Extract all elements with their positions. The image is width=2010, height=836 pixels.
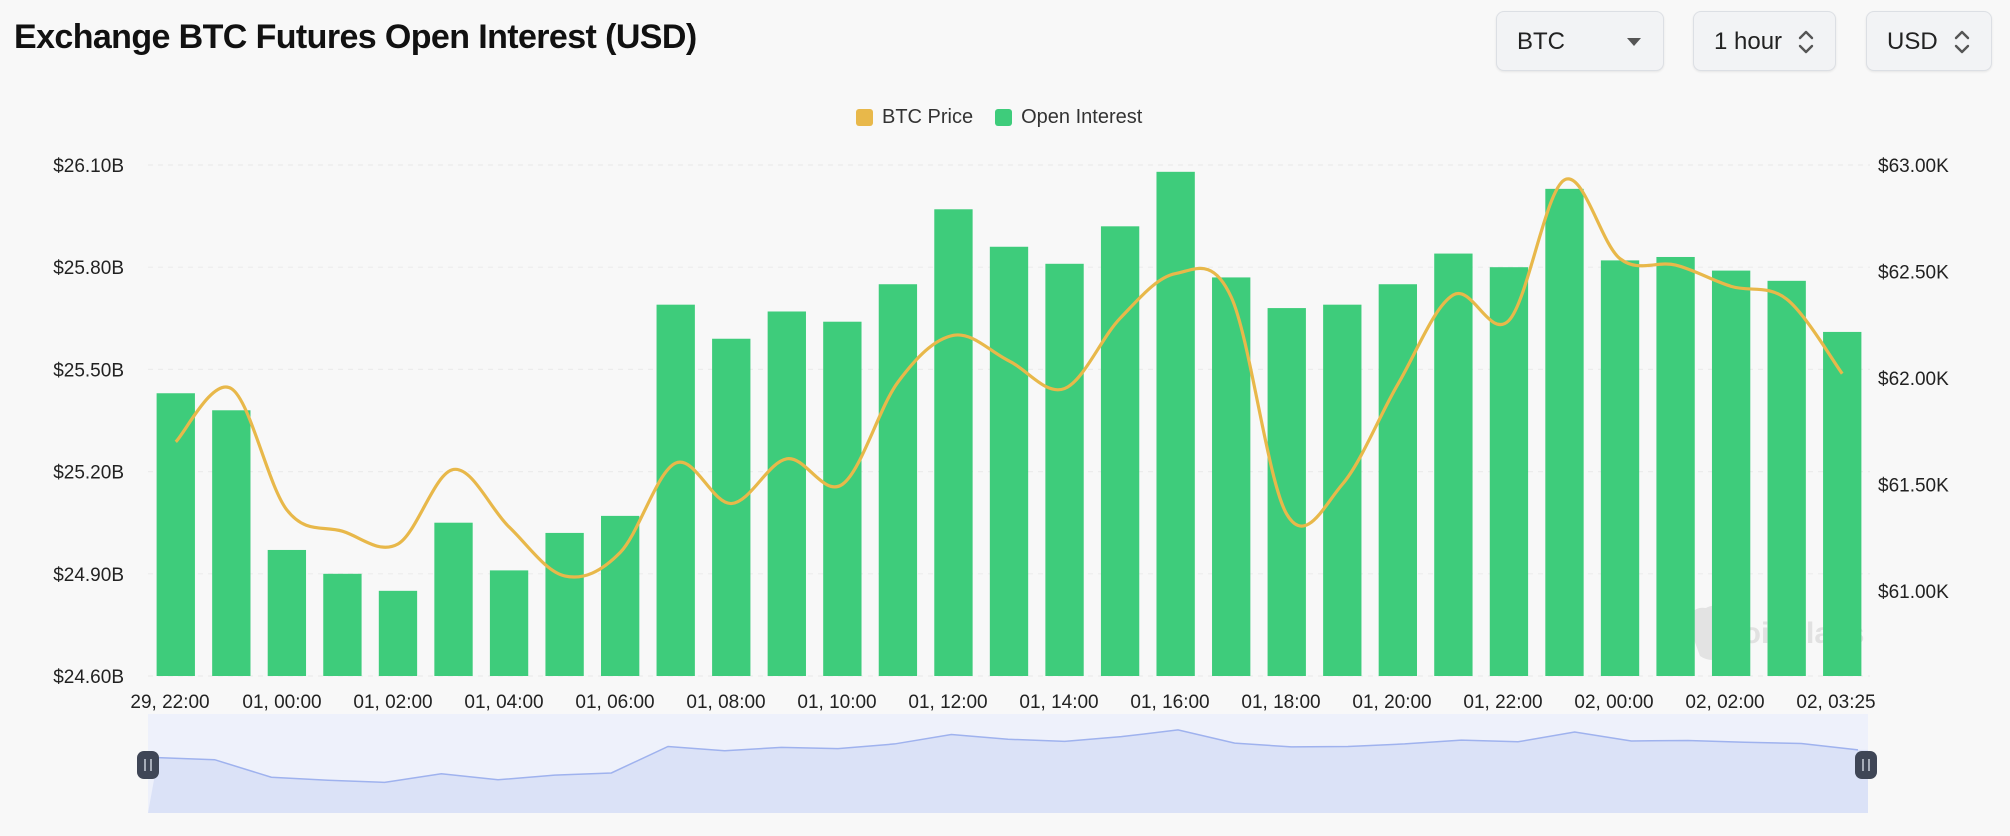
open-interest-bar <box>656 304 695 676</box>
y-left-tick-label: $25.80B <box>53 258 124 279</box>
open-interest-bar <box>1489 267 1529 676</box>
open-interest-bar <box>823 321 862 676</box>
open-interest-bar <box>267 549 307 676</box>
y-right-tick-label: $61.00K <box>1878 582 1949 603</box>
y-right-tick-label: $63.00K <box>1878 156 1949 177</box>
open-interest-bar <box>1600 260 1640 676</box>
x-tick-label: 01, 16:00 <box>1130 692 1209 713</box>
open-interest-bar <box>434 522 473 676</box>
open-interest-bar <box>1823 331 1862 676</box>
open-interest-bar <box>1434 253 1473 676</box>
navigator-left-handle[interactable] <box>137 751 159 779</box>
navigator-right-handle[interactable] <box>1855 751 1877 779</box>
y-left-tick-label: $24.90B <box>53 565 124 586</box>
open-interest-bar <box>600 515 640 676</box>
y-right-tick-label: $62.50K <box>1878 262 1949 283</box>
open-interest-bar <box>1323 304 1362 676</box>
x-tick-label: 01, 12:00 <box>908 692 987 713</box>
x-tick-label: 02, 03:25 <box>1796 692 1875 713</box>
x-tick-label: 01, 10:00 <box>797 692 876 713</box>
open-interest-bar <box>1767 280 1806 676</box>
open-interest-bar <box>1378 284 1418 676</box>
open-interest-bar <box>1156 171 1195 676</box>
x-tick-label: 01, 00:00 <box>242 692 321 713</box>
x-tick-label: 01, 06:00 <box>575 692 654 713</box>
y-right-tick-label: $62.00K <box>1878 369 1949 390</box>
handle-grip <box>1855 751 1877 779</box>
y-left-tick-label: $26.10B <box>53 156 124 177</box>
open-interest-bar <box>489 570 529 676</box>
x-tick-label: 01, 02:00 <box>353 692 432 713</box>
open-interest-bar <box>1045 263 1084 676</box>
open-interest-bar <box>156 393 195 676</box>
chart-canvas: $24.60B $24.90B $25.20B $25.50B $25.80B $26.1… <box>53 156 1949 813</box>
open-interest-bar <box>545 532 584 676</box>
open-interest-bar <box>323 573 362 676</box>
y-left-tick-label: $24.60B <box>53 667 124 688</box>
open-interest-bar <box>1656 256 1695 676</box>
x-tick-label: 01, 22:00 <box>1463 692 1542 713</box>
open-interest-bar <box>989 246 1029 676</box>
x-tick-label: 29, 22:00 <box>130 692 209 713</box>
y-left-tick-label: $25.20B <box>53 463 124 484</box>
open-interest-bar <box>878 284 918 676</box>
handle-grip <box>137 751 159 779</box>
x-tick-label: 02, 02:00 <box>1685 692 1764 713</box>
x-tick-label: 02, 00:00 <box>1574 692 1653 713</box>
open-interest-bar <box>378 590 418 676</box>
open-interest-bar <box>1711 270 1751 676</box>
y-left-tick-label: $25.50B <box>53 360 124 381</box>
x-tick-label: 01, 20:00 <box>1352 692 1431 713</box>
open-interest-bar <box>1545 188 1584 676</box>
x-tick-label: 01, 14:00 <box>1019 692 1098 713</box>
y-right-tick-label: $61.50K <box>1878 475 1949 496</box>
open-interest-bar <box>1100 226 1140 676</box>
open-interest-bar <box>767 311 806 676</box>
x-tick-label: 01, 18:00 <box>1241 692 1320 713</box>
x-tick-label: 01, 04:00 <box>464 692 543 713</box>
open-interest-bar <box>934 209 973 676</box>
open-interest-bar <box>712 338 751 676</box>
open-interest-bar <box>1267 308 1306 676</box>
x-tick-label: 01, 08:00 <box>686 692 765 713</box>
open-interest-bar <box>212 410 251 676</box>
